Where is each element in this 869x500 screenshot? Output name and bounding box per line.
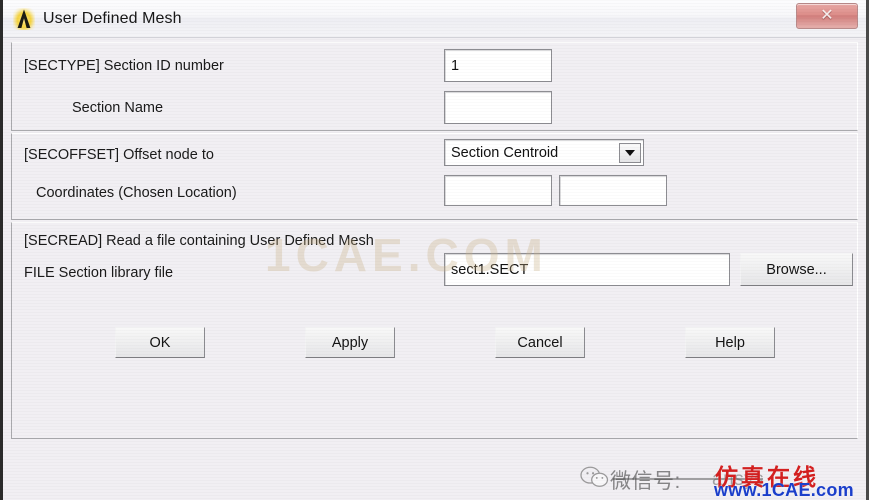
row-section-id: [SECTYPE] Section ID number [12, 43, 857, 91]
offset-node-selected-value: Section Centroid [451, 144, 559, 161]
row-coordinates: Coordinates (Chosen Location) [12, 175, 857, 216]
section-id-label: [SECTYPE] Section ID number [24, 58, 224, 74]
coordinate-y-input[interactable] [559, 175, 667, 206]
section-library-file-label: FILE Section library file [24, 265, 174, 281]
cancel-button-label: Cancel [517, 334, 563, 351]
section-sectype: [SECTYPE] Section ID number Section Name [11, 42, 858, 131]
offset-node-label: [SECOFFSET] Offset node to [24, 147, 214, 163]
row-secread-title: [SECREAD] Read a file containing User De… [12, 223, 857, 257]
section-name-label: Section Name [72, 100, 164, 116]
section-library-file-input[interactable] [444, 253, 730, 286]
browse-button[interactable]: Browse... [740, 253, 853, 286]
cancel-button[interactable]: Cancel [495, 327, 585, 358]
screenshot-root: User Defined Mesh ✕ [SECTYPE] Section ID… [0, 0, 869, 500]
chevron-down-icon[interactable] [619, 142, 641, 163]
coordinate-x-input[interactable] [444, 175, 552, 206]
section-secread: [SECREAD] Read a file containing User De… [11, 222, 858, 439]
window-title: User Defined Mesh [43, 9, 182, 27]
help-button-label: Help [715, 334, 745, 351]
row-section-library-file: FILE Section library file Browse... [12, 253, 857, 301]
apply-button-label: Apply [331, 334, 369, 351]
section-id-input[interactable] [444, 49, 552, 82]
user-defined-mesh-dialog: User Defined Mesh ✕ [SECTYPE] Section ID… [0, 0, 869, 500]
help-button[interactable]: Help [685, 327, 775, 358]
ansys-logo-icon [12, 7, 36, 31]
secread-title-label: [SECREAD] Read a file containing User De… [24, 233, 374, 249]
coordinates-label: Coordinates (Chosen Location) [36, 185, 237, 201]
close-icon: ✕ [820, 7, 834, 24]
ok-button-label: OK [149, 334, 171, 351]
offset-node-dropdown[interactable]: Section Centroid [444, 139, 644, 166]
browse-button-label: Browse... [766, 261, 827, 278]
close-button[interactable]: ✕ [796, 3, 858, 29]
section-secoffset: [SECOFFSET] Offset node to Section Centr… [11, 133, 858, 220]
row-section-name: Section Name [12, 91, 857, 131]
row-offset-node: [SECOFFSET] Offset node to Section Centr… [12, 134, 857, 178]
dialog-body: [SECTYPE] Section ID number Section Name… [3, 38, 866, 499]
title-bar: User Defined Mesh ✕ [3, 0, 866, 38]
section-name-input[interactable] [444, 91, 552, 124]
apply-button[interactable]: Apply [305, 327, 395, 358]
ok-button[interactable]: OK [115, 327, 205, 358]
